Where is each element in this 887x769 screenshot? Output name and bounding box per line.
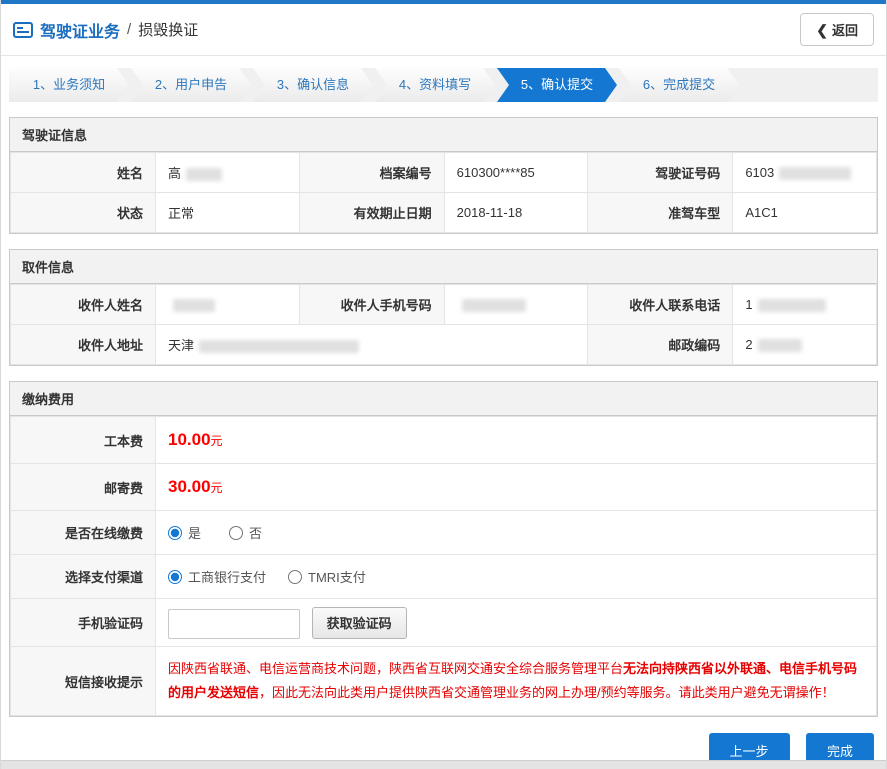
- sms-notice-label: 短信接收提示: [10, 645, 156, 717]
- channel-tmri-radio[interactable]: [288, 569, 303, 584]
- pay-online-label: 是否在线缴费: [10, 510, 156, 555]
- file-number-label: 档案编号: [298, 152, 445, 193]
- sms-code-label: 手机验证码: [10, 598, 156, 647]
- postal-code-value: 2: [732, 324, 877, 365]
- expiry-value: 2018-11-18: [443, 192, 589, 233]
- status-value: 正常: [155, 192, 300, 233]
- recipient-phone-label: 收件人联系电话: [587, 284, 734, 325]
- breadcrumb-divider: /: [127, 21, 132, 38]
- recipient-address-value: 天津: [154, 324, 589, 365]
- table-row: 是否在线缴费 是 否: [10, 510, 877, 555]
- step-6-complete-submit: 6、完成提交: [619, 68, 739, 102]
- license-number-label: 驾驶证号码: [587, 152, 734, 193]
- step-4-fill-data: 4、资料填写: [375, 68, 495, 102]
- chevron-left-icon: ❮: [816, 21, 828, 38]
- fees-table: 工本费 10.00元 邮寄费 30.00元 是否在线缴费 是 否 选择支付渠道 …: [10, 416, 877, 717]
- section-title-fees: 缴纳费用: [10, 382, 877, 416]
- table-row: 姓名 高 档案编号 610300****85 驾驶证号码 6103: [10, 152, 877, 193]
- recipient-name-value: [155, 284, 300, 325]
- postage-fee-value: 30.00元: [155, 463, 877, 511]
- name-label: 姓名: [10, 152, 156, 193]
- wizard-steps: 1、业务须知 2、用户申告 3、确认信息 4、资料填写 5、确认提交 6、完成提…: [9, 68, 878, 102]
- redacted-text: [757, 339, 802, 353]
- step-3-confirm-info: 3、确认信息: [253, 68, 373, 102]
- license-info-table: 姓名 高 档案编号 610300****85 驾驶证号码 6103 状态 正常 …: [10, 152, 877, 233]
- section-title-license: 驾驶证信息: [10, 118, 877, 152]
- payment-channel-options: 工商银行支付 TMRI支付: [155, 554, 877, 599]
- back-button[interactable]: ❮ 返回: [800, 13, 874, 46]
- recipient-address-label: 收件人地址: [10, 324, 156, 365]
- section-pickup-info: 取件信息 收件人姓名 收件人手机号码 收件人联系电话 1 收件人地址 天津 邮政…: [9, 249, 878, 366]
- name-value: 高: [155, 152, 300, 193]
- redacted-text: [173, 299, 215, 313]
- get-sms-code-button[interactable]: 获取验证码: [311, 606, 407, 639]
- redacted-text: [757, 299, 826, 313]
- sms-notice-text: 因陕西省联通、电信运营商技术问题，陕西省互联网交通安全综合服务管理平台无法向持陕…: [155, 645, 877, 717]
- production-fee-value: 10.00元: [155, 416, 877, 464]
- channel-icbc-radio[interactable]: [168, 569, 182, 584]
- pay-online-yes-option[interactable]: 是: [168, 523, 201, 542]
- recipient-mobile-value: [443, 284, 589, 325]
- step-1-business-notice: 1、业务须知: [9, 68, 129, 102]
- section-fees: 缴纳费用 工本费 10.00元 邮寄费 30.00元 是否在线缴费 是 否 选择…: [9, 381, 878, 718]
- postal-code-label: 邮政编码: [587, 324, 734, 365]
- section-title-pickup: 取件信息: [10, 250, 877, 284]
- sms-code-field: 获取验证码: [155, 598, 877, 647]
- pay-online-no-option[interactable]: 否: [229, 523, 262, 542]
- table-row: 收件人姓名 收件人手机号码 收件人联系电话 1: [10, 284, 877, 325]
- expiry-label: 有效期止日期: [298, 192, 445, 233]
- channel-tmri-option[interactable]: TMRI支付: [288, 567, 366, 586]
- header: 驾驶证业务 / 损毁换证 ❮ 返回: [1, 4, 886, 56]
- pay-online-no-radio[interactable]: [229, 525, 244, 540]
- license-number-value: 6103: [732, 152, 877, 193]
- table-row: 选择支付渠道 工商银行支付 TMRI支付: [10, 554, 877, 599]
- vehicle-type-label: 准驾车型: [587, 192, 734, 233]
- pickup-info-table: 收件人姓名 收件人手机号码 收件人联系电话 1 收件人地址 天津 邮政编码 2: [10, 284, 877, 365]
- recipient-mobile-label: 收件人手机号码: [298, 284, 445, 325]
- redacted-text: [199, 340, 360, 354]
- back-button-label: 返回: [831, 23, 858, 38]
- step-5-confirm-submit: 5、确认提交: [497, 68, 617, 102]
- table-row: 邮寄费 30.00元: [10, 463, 877, 511]
- production-fee-label: 工本费: [10, 416, 156, 464]
- postage-fee-label: 邮寄费: [10, 463, 156, 511]
- status-label: 状态: [10, 192, 156, 233]
- breadcrumb: 驾驶证业务 / 损毁换证: [13, 18, 198, 42]
- section-license-info: 驾驶证信息 姓名 高 档案编号 610300****85 驾驶证号码 6103 …: [9, 117, 878, 234]
- page: 驾驶证业务 / 损毁换证 ❮ 返回 1、业务须知 2、用户申告 3、确认信息 4…: [0, 0, 887, 769]
- redacted-text: [461, 299, 526, 313]
- vehicle-type-value: A1C1: [732, 192, 877, 233]
- table-row: 短信接收提示 因陕西省联通、电信运营商技术问题，陕西省互联网交通安全综合服务管理…: [10, 645, 877, 717]
- table-row: 工本费 10.00元: [10, 416, 877, 464]
- pay-online-yes-radio[interactable]: [168, 525, 182, 540]
- redacted-text: [779, 167, 852, 181]
- sms-code-input[interactable]: [168, 608, 300, 639]
- file-number-value: 610300****85: [443, 152, 589, 193]
- table-row: 收件人地址 天津 邮政编码 2: [10, 324, 877, 365]
- table-row: 状态 正常 有效期止日期 2018-11-18 准驾车型 A1C1: [10, 192, 877, 233]
- recipient-name-label: 收件人姓名: [10, 284, 156, 325]
- step-2-user-declaration: 2、用户申告: [131, 68, 251, 102]
- page-title: 驾驶证业务: [40, 23, 121, 41]
- channel-icbc-option[interactable]: 工商银行支付: [168, 567, 266, 586]
- payment-channel-label: 选择支付渠道: [10, 554, 156, 599]
- table-row: 手机验证码 获取验证码: [10, 598, 877, 647]
- pay-online-options: 是 否: [155, 510, 877, 555]
- redacted-text: [186, 168, 223, 182]
- page-subtitle: 损毁换证: [138, 22, 199, 39]
- bottom-edge-bar: [1, 760, 886, 769]
- recipient-phone-value: 1: [732, 284, 877, 325]
- license-card-icon: [13, 21, 33, 38]
